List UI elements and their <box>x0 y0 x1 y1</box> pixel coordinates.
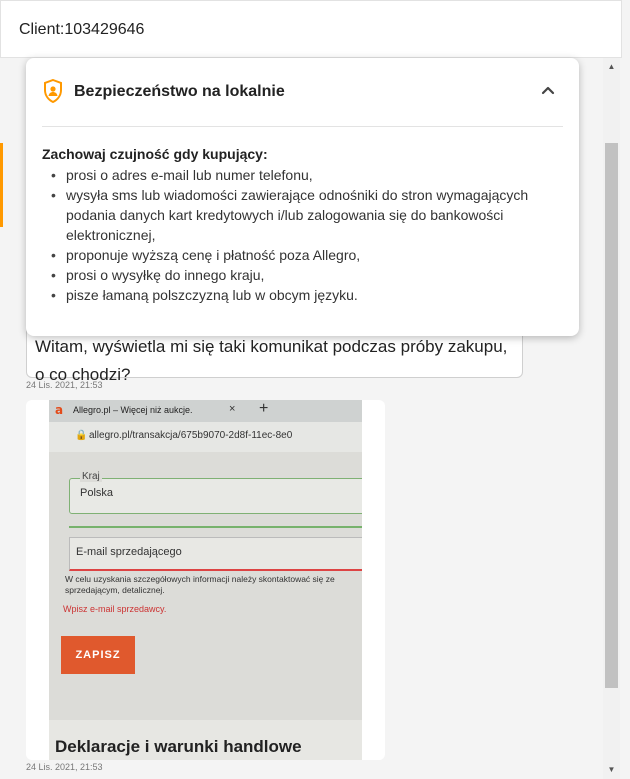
scroll-thumb[interactable] <box>605 143 618 688</box>
photo-country-value: Polska <box>80 487 114 499</box>
photo-url: allegro.pl/transakcja/675b9070-2d8f-11ec… <box>89 430 293 441</box>
scrollbar[interactable]: ▲ ▼ <box>603 58 620 779</box>
message-timestamp: 24 Lis. 2021, 21:53 <box>26 380 103 390</box>
scroll-up-icon[interactable]: ▲ <box>603 60 620 74</box>
photo-save-button: ZAPISZ <box>61 636 135 674</box>
photo-email-label: E-mail sprzedającego <box>76 546 182 558</box>
image-message[interactable]: a Allegro.pl – Więcej niż aukcje. × + 🔒 … <box>26 400 385 760</box>
photo-url-bar: 🔒 allegro.pl/transakcja/675b9070-2d8f-11… <box>49 422 362 452</box>
warning-item: pisze łamaną polszczyzną lub w obcym jęz… <box>42 285 563 305</box>
security-notice-panel: Bezpieczeństwo na lokalnie Zachowaj czuj… <box>26 58 579 336</box>
chat-header: Client:103429646 <box>0 0 622 58</box>
warning-list: prosi o adres e-mail lub numer telefonu,… <box>42 165 563 305</box>
photo-section-title: Deklaracje i warunki handlowe <box>55 737 302 756</box>
security-notice-title: Bezpieczeństwo na lokalnie <box>74 83 285 100</box>
photo-browser-tabbar: a Allegro.pl – Więcej niż aukcje. × + <box>49 400 362 422</box>
left-accent-bar <box>0 143 3 227</box>
divider <box>42 126 563 127</box>
photo-country-field: Kraj Polska <box>69 471 362 514</box>
photo-divider <box>69 526 362 528</box>
photo-country-label: Kraj <box>80 471 102 482</box>
warning-item: proponuje wyższą cenę i płatność poza Al… <box>42 245 563 265</box>
security-notice-header[interactable]: Bezpieczeństwo na lokalnie <box>26 58 579 126</box>
allegro-logo-icon: a <box>55 403 64 417</box>
scroll-down-icon[interactable]: ▼ <box>603 763 620 777</box>
photo-help-text: W celu uzyskania szczegółowych informacj… <box>65 574 335 595</box>
chevron-up-icon[interactable] <box>540 82 556 98</box>
image-timestamp: 24 Lis. 2021, 21:53 <box>26 762 103 772</box>
warning-heading: Zachowaj czujność gdy kupujący: <box>42 146 268 162</box>
photo-error-text: Wpisz e-mail sprzedawcy. <box>63 604 167 614</box>
client-id-title: Client:103429646 <box>19 21 145 38</box>
warning-item: wysyła sms lub wiadomości zawierające od… <box>42 185 563 245</box>
message-text: Witam, wyświetla mi się taki komunikat p… <box>35 337 508 384</box>
new-tab-icon: + <box>259 400 269 417</box>
photo-tab-title: Allegro.pl – Więcej niż aukcje. <box>73 405 193 415</box>
security-notice-body: Zachowaj czujność gdy kupujący: prosi o … <box>42 146 563 305</box>
photo-email-field: E-mail sprzedającego <box>69 537 362 571</box>
warning-item: prosi o adres e-mail lub numer telefonu, <box>42 165 563 185</box>
screenshot-photo[interactable]: a Allegro.pl – Więcej niż aukcje. × + 🔒 … <box>49 400 362 760</box>
close-icon: × <box>229 403 236 415</box>
warning-item: prosi o wysyłkę do innego kraju, <box>42 265 563 285</box>
lock-icon: 🔒 <box>75 430 88 441</box>
shield-user-icon <box>44 79 62 103</box>
